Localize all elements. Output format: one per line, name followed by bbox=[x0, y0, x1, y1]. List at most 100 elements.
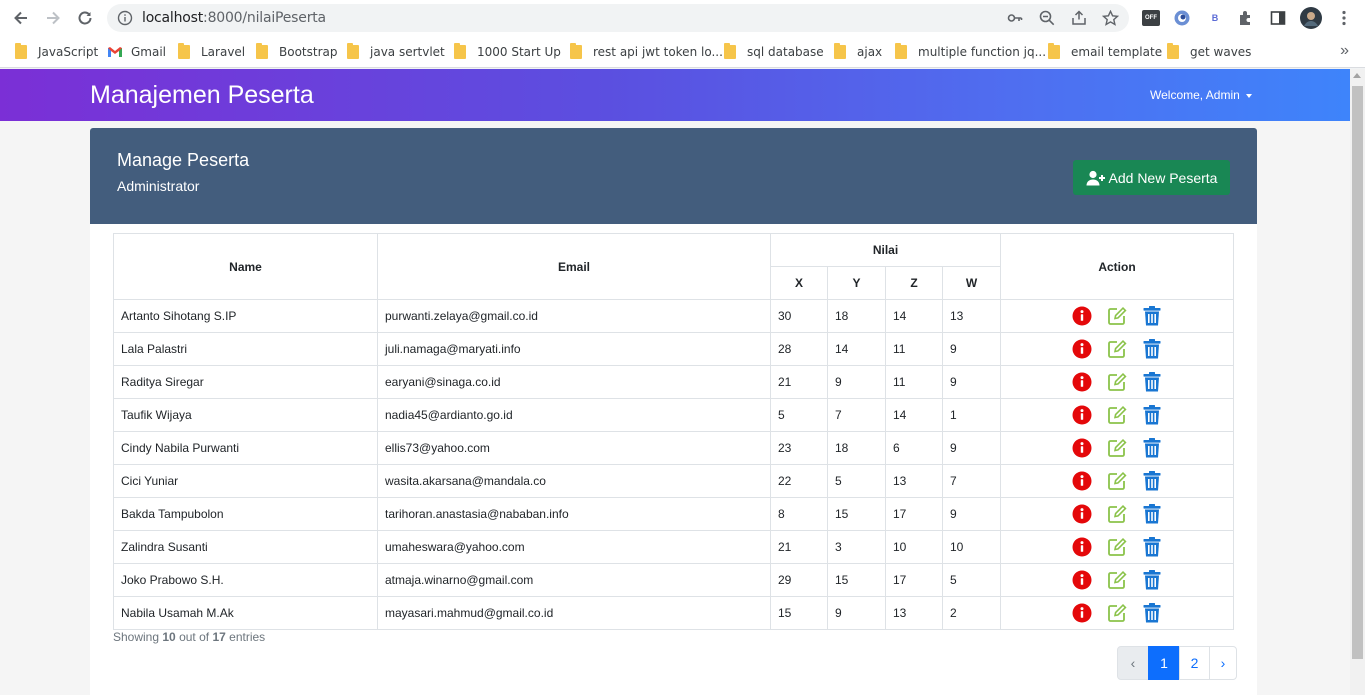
bookmark-ajax[interactable]: ajax bbox=[834, 43, 882, 61]
forward-icon[interactable] bbox=[41, 6, 65, 30]
trash-icon[interactable] bbox=[1135, 603, 1170, 623]
cell-y: 18 bbox=[827, 431, 886, 465]
bookmark-bootstrap[interactable]: Bootstrap bbox=[256, 43, 337, 61]
cell-email: purwanti.zelaya@gmail.co.id bbox=[377, 299, 771, 333]
share-icon[interactable] bbox=[1071, 10, 1087, 26]
header-y[interactable]: Y bbox=[827, 266, 886, 300]
cell-email: ellis73@yahoo.com bbox=[377, 431, 771, 465]
extension-b-icon[interactable]: B bbox=[1205, 8, 1225, 28]
brand-title[interactable]: Manajemen Peserta bbox=[90, 81, 314, 110]
address-bar[interactable]: localhost:8000/nilaiPeserta bbox=[107, 4, 1129, 32]
trash-icon[interactable] bbox=[1135, 405, 1170, 425]
cell-z: 13 bbox=[885, 596, 943, 630]
info-icon[interactable] bbox=[1065, 471, 1100, 491]
edit-icon[interactable] bbox=[1100, 603, 1135, 623]
add-peserta-button[interactable]: Add New Peserta bbox=[1073, 160, 1230, 195]
bookmarks-overflow-icon[interactable]: » bbox=[1340, 42, 1349, 60]
header-x[interactable]: X bbox=[770, 266, 828, 300]
info-icon[interactable] bbox=[1065, 372, 1100, 392]
page-next-button[interactable]: › bbox=[1209, 646, 1237, 680]
caret-down-icon bbox=[1245, 93, 1252, 98]
reload-icon[interactable] bbox=[73, 6, 97, 30]
folder-icon bbox=[256, 43, 268, 59]
scrollbar-thumb[interactable] bbox=[1352, 86, 1363, 659]
profile-avatar[interactable] bbox=[1300, 7, 1322, 29]
bookmark-rest-api[interactable]: rest api jwt token lo... bbox=[570, 43, 723, 61]
info-icon[interactable] bbox=[1065, 603, 1100, 623]
page-scrollbar[interactable] bbox=[1350, 69, 1365, 695]
extension-off-icon[interactable]: OFF bbox=[1141, 8, 1161, 28]
page-1-button[interactable]: 1 bbox=[1148, 646, 1180, 680]
info-icon[interactable] bbox=[1065, 339, 1100, 359]
info-icon[interactable] bbox=[1065, 570, 1100, 590]
info-icon[interactable] bbox=[1065, 405, 1100, 425]
key-icon[interactable] bbox=[1007, 10, 1023, 26]
extensions-puzzle-icon[interactable] bbox=[1236, 8, 1256, 28]
header-name[interactable]: Name bbox=[113, 233, 378, 300]
bookmark-1000-start-up[interactable]: 1000 Start Up bbox=[454, 43, 561, 61]
cell-email: atmaja.winarno@gmail.com bbox=[377, 563, 771, 597]
bookmark-multiple-function[interactable]: multiple function jq... bbox=[895, 43, 1046, 61]
welcome-label: Welcome, Admin bbox=[1150, 88, 1240, 102]
edit-icon[interactable] bbox=[1100, 306, 1135, 326]
edit-icon[interactable] bbox=[1100, 405, 1135, 425]
cell-email: wasita.akarsana@mandala.co bbox=[377, 464, 771, 498]
cell-actions bbox=[1000, 464, 1234, 498]
bookmark-get-waves[interactable]: get waves bbox=[1167, 43, 1251, 61]
header-w[interactable]: W bbox=[942, 266, 1001, 300]
user-dropdown[interactable]: Welcome, Admin bbox=[1150, 88, 1252, 102]
site-info-icon[interactable] bbox=[117, 10, 133, 31]
header-email[interactable]: Email bbox=[377, 233, 771, 300]
menu-icon[interactable] bbox=[1334, 8, 1354, 28]
bookmark-sql-database[interactable]: sql database bbox=[724, 43, 824, 61]
trash-icon[interactable] bbox=[1135, 537, 1170, 557]
info-icon[interactable] bbox=[1065, 504, 1100, 524]
cell-w: 9 bbox=[942, 431, 1001, 465]
cell-actions bbox=[1000, 398, 1234, 432]
edit-icon[interactable] bbox=[1100, 471, 1135, 491]
bookmark-laravel[interactable]: Laravel bbox=[178, 43, 245, 61]
scroll-up-icon[interactable] bbox=[1353, 73, 1361, 78]
edit-icon[interactable] bbox=[1100, 570, 1135, 590]
trash-icon[interactable] bbox=[1135, 504, 1170, 524]
extension-globe-icon[interactable] bbox=[1172, 8, 1192, 28]
trash-icon[interactable] bbox=[1135, 372, 1170, 392]
zoom-icon[interactable] bbox=[1039, 10, 1055, 26]
cell-x: 21 bbox=[770, 365, 828, 399]
edit-icon[interactable] bbox=[1100, 438, 1135, 458]
info-icon[interactable] bbox=[1065, 537, 1100, 557]
cell-z: 11 bbox=[885, 332, 943, 366]
bookmark-gmail[interactable]: Gmail bbox=[107, 43, 166, 61]
star-icon[interactable] bbox=[1101, 9, 1120, 26]
edit-icon[interactable] bbox=[1100, 372, 1135, 392]
side-panel-icon[interactable] bbox=[1268, 8, 1288, 28]
trash-icon[interactable] bbox=[1135, 438, 1170, 458]
trash-icon[interactable] bbox=[1135, 339, 1170, 359]
table-row: Cici Yuniar wasita.akarsana@mandala.co 22 5… bbox=[113, 464, 1234, 498]
edit-icon[interactable] bbox=[1100, 339, 1135, 359]
cell-actions bbox=[1000, 332, 1234, 366]
edit-icon[interactable] bbox=[1100, 537, 1135, 557]
trash-icon[interactable] bbox=[1135, 570, 1170, 590]
header-z[interactable]: Z bbox=[885, 266, 943, 300]
page-prev-button[interactable]: ‹ bbox=[1117, 646, 1149, 680]
bookmark-email-template[interactable]: email template bbox=[1048, 43, 1162, 61]
table-row: Lala Palastri juli.namaga@maryati.info 28 1… bbox=[113, 332, 1234, 366]
page-2-button[interactable]: 2 bbox=[1179, 646, 1210, 680]
cell-x: 22 bbox=[770, 464, 828, 498]
table-row: Bakda Tampubolon tarihoran.anastasia@naba… bbox=[113, 497, 1234, 531]
info-icon[interactable] bbox=[1065, 306, 1100, 326]
cell-x: 23 bbox=[770, 431, 828, 465]
trash-icon[interactable] bbox=[1135, 471, 1170, 491]
info-icon[interactable] bbox=[1065, 438, 1100, 458]
cell-y: 15 bbox=[827, 563, 886, 597]
edit-icon[interactable] bbox=[1100, 504, 1135, 524]
bookmark-javascript[interactable]: JavaScript bbox=[15, 43, 98, 61]
bookmark-java-sertvlet[interactable]: java sertvlet bbox=[347, 43, 445, 61]
trash-icon[interactable] bbox=[1135, 306, 1170, 326]
cell-actions bbox=[1000, 431, 1234, 465]
cell-z: 10 bbox=[885, 530, 943, 564]
back-icon[interactable] bbox=[9, 6, 33, 30]
table-row: Nabila Usamah M.Ak mayasari.mahmud@gmail.… bbox=[113, 596, 1234, 630]
cell-z: 17 bbox=[885, 497, 943, 531]
